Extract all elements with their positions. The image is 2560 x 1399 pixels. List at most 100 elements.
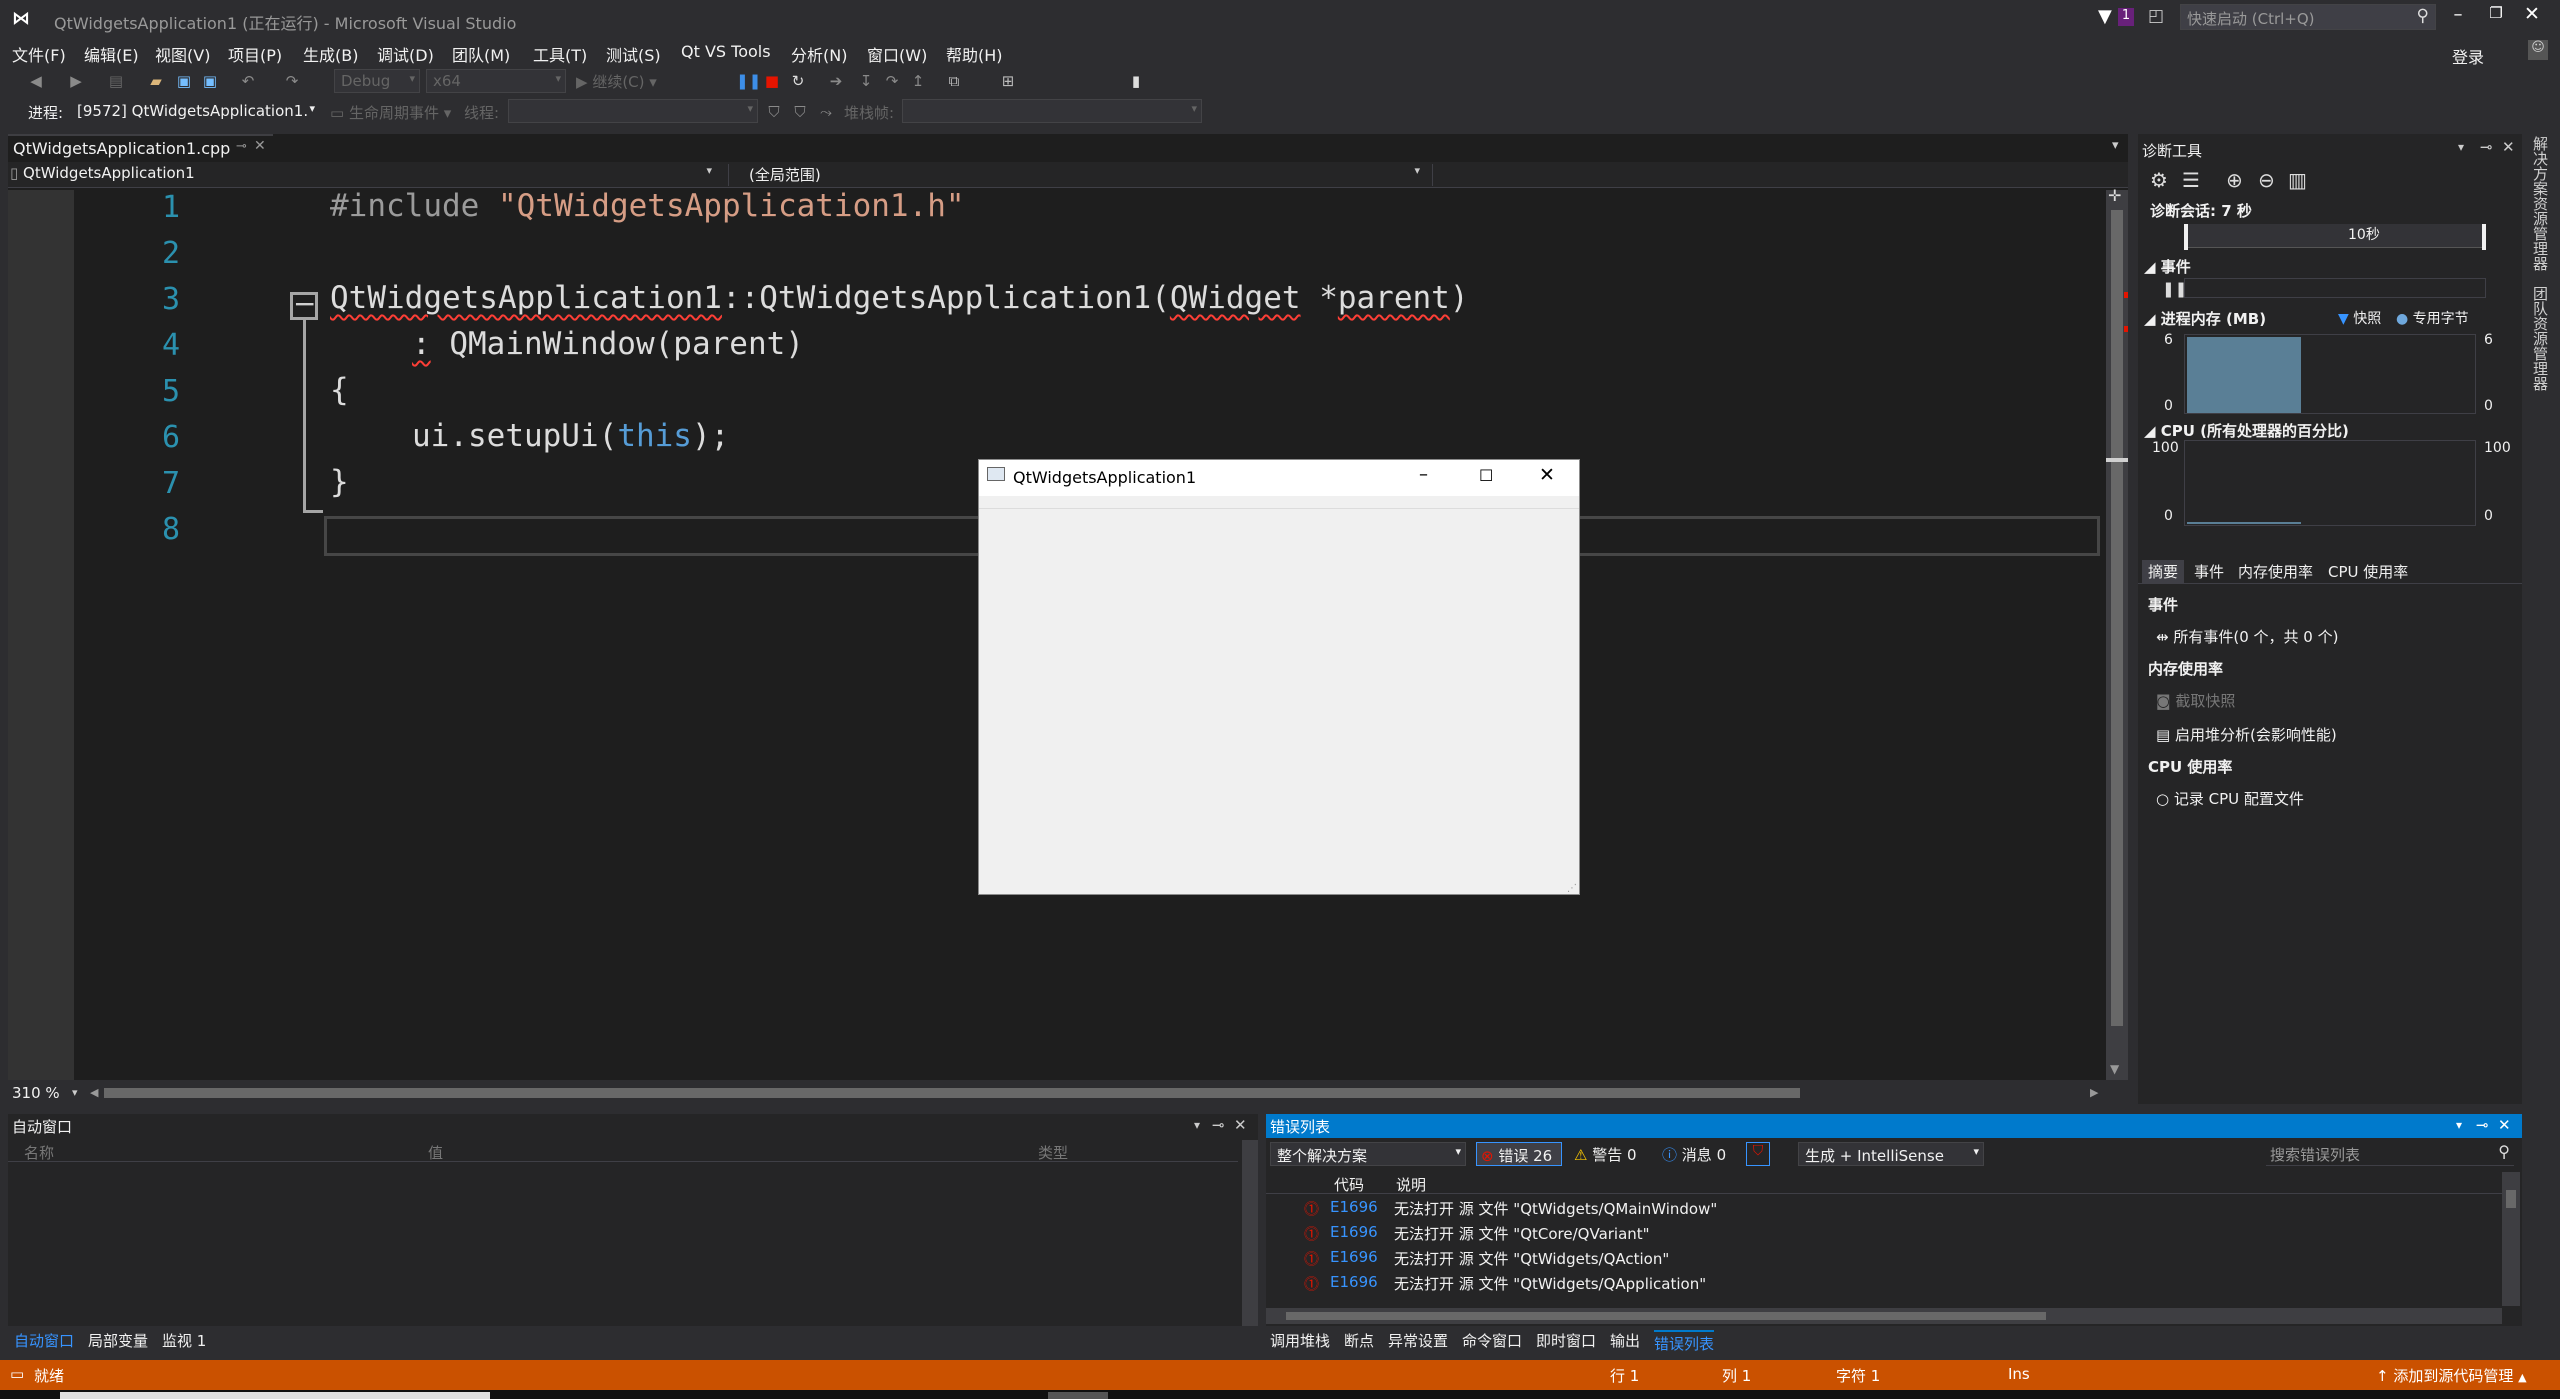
save-icon[interactable]: ▣ (176, 73, 192, 89)
autos-close-icon[interactable]: ✕ (1234, 1116, 1247, 1134)
step-out-icon[interactable]: ↥ (910, 73, 926, 89)
error-scroll-thumb[interactable] (2506, 1190, 2516, 1208)
diag-menu-icon[interactable]: ▾ (2458, 140, 2464, 154)
menu-team[interactable]: 团队(M) (452, 42, 510, 66)
close-button[interactable]: ✕ (2520, 3, 2544, 25)
code-line-7[interactable]: } (330, 464, 349, 500)
rail-team-explorer[interactable]: 团队资源管理器 (2530, 286, 2551, 391)
minimize-button[interactable]: – (2446, 4, 2470, 25)
menu-edit[interactable]: 编辑(E) (84, 42, 139, 66)
events-track[interactable] (2184, 278, 2486, 298)
show-external-icon[interactable]: ⤳ (818, 104, 834, 120)
tab-breakpoints[interactable]: 断点 (1344, 1330, 1374, 1351)
settings-gear-icon[interactable]: ⚙ (2150, 168, 2168, 192)
tab-watch-1[interactable]: 监视 1 (162, 1330, 206, 1351)
tab-autos[interactable]: 自动窗口 (14, 1330, 74, 1351)
col-code-header[interactable]: 代码 (1334, 1174, 1364, 1195)
error-search-box[interactable]: 搜索错误列表 ⚲ (2266, 1142, 2514, 1166)
open-file-icon[interactable]: ▰ (148, 73, 164, 89)
menu-debug[interactable]: 调试(D) (377, 42, 434, 66)
tab-error-list[interactable]: 错误列表 (1654, 1330, 1715, 1354)
tab-exception-settings[interactable]: 异常设置 (1388, 1330, 1448, 1351)
error-vertical-scrollbar[interactable] (2502, 1172, 2520, 1306)
error-horizontal-scrollbar[interactable] (1266, 1308, 2502, 1324)
process-select[interactable]: [9572] QtWidgetsApplication1. ▾ (70, 99, 320, 123)
messages-filter-button[interactable]: ⓘ 消息 0 (1658, 1142, 1738, 1166)
heap-profiling-button[interactable]: ▤ 启用堆分析(会影响性能) (2156, 724, 2337, 745)
menu-help[interactable]: 帮助(H) (946, 42, 1003, 66)
quick-launch-box[interactable]: 快速启动 (Ctrl+Q) ⚲ (2180, 4, 2436, 30)
menu-file[interactable]: 文件(F) (12, 42, 66, 66)
login-link[interactable]: 登录 (2452, 44, 2484, 68)
diag-pin-icon[interactable]: ⊸ (2480, 138, 2493, 156)
scroll-down-icon[interactable]: ▼ (2110, 1062, 2119, 1076)
build-filter-toggle-icon[interactable]: ⛉ (1746, 1142, 1770, 1166)
table-row[interactable]: ⓵ E1696 无法打开 源 文件 "QtWidgets/QAction" (1266, 1246, 2502, 1270)
error-list-menu-icon[interactable]: ▾ (2456, 1118, 2462, 1132)
feedback-icon[interactable]: ◰ (2148, 6, 2164, 26)
break-all-icon[interactable]: ❚❚ (736, 73, 761, 89)
back-icon[interactable]: ◀ (28, 73, 44, 89)
collapse-region-icon[interactable]: − (290, 290, 318, 320)
memory-section-header[interactable]: ◢ 进程内存 (MB) (2144, 308, 2266, 329)
status-output-icon[interactable]: ▭ (10, 1365, 24, 1383)
tab-immediate-window[interactable]: 即时窗口 (1536, 1330, 1596, 1351)
zoom-dropdown-icon[interactable]: ▾ (72, 1086, 78, 1099)
menu-view[interactable]: 视图(V) (155, 42, 210, 66)
zoom-in-icon[interactable]: ⊕ (2226, 168, 2243, 192)
threads-icon[interactable]: ⊞ (1000, 73, 1016, 89)
notification-filter-icon[interactable]: ▼ (2098, 6, 2112, 27)
autos-pin-icon[interactable]: ⊸ (1212, 1116, 1225, 1134)
thread-select[interactable]: ▾ (508, 99, 758, 123)
account-icon[interactable]: ☺ (2528, 40, 2548, 60)
member-scope-select[interactable] (1432, 164, 2126, 186)
hex-display-icon[interactable]: ⧉ (946, 73, 962, 89)
col-name-header[interactable]: 名称 (24, 1142, 54, 1163)
error-search-input[interactable]: 搜索错误列表 (2270, 1144, 2360, 1165)
qt-resize-grip-icon[interactable]: ⋰ (1567, 883, 1577, 894)
qt-minimize-button[interactable]: – (1419, 464, 1428, 485)
qt-window-titlebar[interactable]: QtWidgetsApplication1 – ☐ ✕ (979, 460, 1579, 496)
tab-qtwidgetsapplication1-cpp[interactable]: QtWidgetsApplication1.cpp ⊸ ✕ (8, 134, 273, 160)
zoom-level[interactable]: 310 % (12, 1084, 60, 1102)
record-cpu-profile-button[interactable]: ○ 记录 CPU 配置文件 (2156, 788, 2304, 809)
rail-solution-explorer[interactable]: 解决方案资源管理器 (2530, 136, 2551, 271)
warnings-filter-button[interactable]: ⚠ 警告 0 (1570, 1142, 1650, 1166)
menu-build[interactable]: 生成(B) (303, 42, 358, 66)
col-value-header[interactable]: 值 (428, 1142, 443, 1163)
tab-command-window[interactable]: 命令窗口 (1462, 1330, 1522, 1351)
timeline-ruler[interactable]: 10秒 (2184, 224, 2486, 250)
restart-icon[interactable]: ↻ (790, 73, 806, 89)
error-code-link[interactable]: E1696 (1330, 1248, 1378, 1266)
horizontal-scroll-thumb[interactable] (104, 1088, 1800, 1098)
stop-icon[interactable]: ■ (764, 73, 780, 89)
build-source-select[interactable]: 生成 + IntelliSense ▾ (1798, 1142, 1984, 1166)
lifecycle-events-button[interactable]: ▭ 生命周期事件 ▾ (330, 102, 451, 123)
thread-filter-icon[interactable]: ⛉ (792, 104, 808, 120)
select-tools-icon[interactable]: ☰ (2182, 168, 2200, 192)
scroll-right-icon[interactable]: ▶ (2090, 1086, 2098, 1099)
tab-strip-dropdown-icon[interactable]: ▾ (2112, 138, 2119, 153)
error-code-link[interactable]: E1696 (1330, 1198, 1378, 1216)
code-line-4[interactable]: : QMainWindow(parent) (412, 326, 804, 362)
flag-icon[interactable]: ⛉ (766, 104, 782, 120)
save-all-icon[interactable]: ▣ (202, 73, 218, 89)
table-row[interactable]: ⓵ E1696 无法打开 源 文件 "QtCore/QVariant" (1266, 1221, 2502, 1245)
tab-call-stack[interactable]: 调用堆栈 (1270, 1330, 1330, 1351)
autos-menu-icon[interactable]: ▾ (1194, 1118, 1200, 1132)
tab-cpu-usage[interactable]: CPU 使用率 (2328, 561, 2408, 582)
tab-events[interactable]: 事件 (2194, 561, 2224, 582)
zoom-out-icon[interactable]: ⊖ (2258, 168, 2275, 192)
new-project-icon[interactable]: ▤ (108, 73, 124, 89)
global-scope-select[interactable]: (全局范围) ▾ (728, 164, 1424, 186)
menu-test[interactable]: 测试(S) (606, 42, 661, 66)
timeline-right-handle[interactable] (2482, 224, 2486, 250)
diag-close-icon[interactable]: ✕ (2502, 138, 2515, 156)
error-hscroll-thumb[interactable] (1286, 1312, 2046, 1320)
events-section-header[interactable]: ◢ 事件 (2144, 256, 2191, 277)
quick-launch-input[interactable]: 快速启动 (Ctrl+Q) (2187, 8, 2315, 29)
code-line-1[interactable]: #include "QtWidgetsApplication1.h" (330, 188, 965, 224)
notification-badge[interactable]: 1 (2118, 8, 2134, 26)
continue-button[interactable]: ▶ 继续(C) ▾ (576, 71, 657, 92)
memory-graph[interactable] (2184, 334, 2476, 414)
